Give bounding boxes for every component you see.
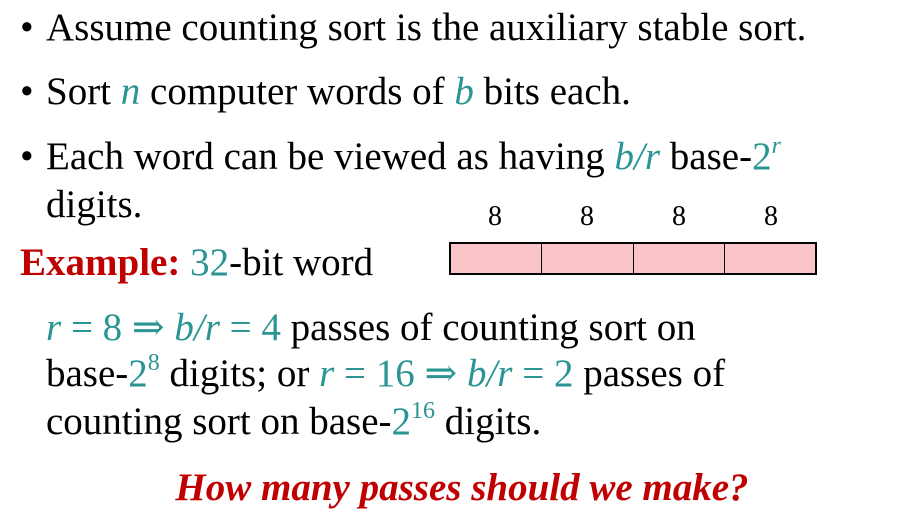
explanation-line-1: r = 8 ⇒ b/r = 4 passes of counting sort … (46, 308, 696, 347)
base-exp: 8 (147, 350, 160, 376)
word-byte-cell (724, 244, 815, 273)
bullet-3-digits: digits. (46, 183, 143, 226)
explanation-text: base- (46, 352, 129, 395)
closing-question: How many passes should we make? (175, 466, 749, 509)
cell-label: 8 (488, 201, 502, 232)
base-num: 2 (391, 400, 412, 443)
explanation-line-2: base-28 digits; or r = 16 ⇒ b/r = 2 pass… (46, 351, 726, 395)
bullet-3-line-2: digits. (46, 185, 142, 224)
bullet-dot: • (20, 6, 34, 49)
explanation-line-3: counting sort on base-216 digits. (46, 399, 542, 443)
bullet-dot: • (20, 70, 34, 113)
var-r: r (319, 352, 335, 395)
word-byte-cell (451, 244, 543, 273)
bullet-3-mid: base- (660, 135, 753, 178)
word-byte-cell (633, 244, 725, 273)
bullet-3: Each word can be viewed as having b/r ba… (46, 134, 781, 178)
base-num: 2 (752, 135, 772, 178)
bullet-2-mid: computer words of (140, 70, 455, 113)
example-label: Example: (20, 241, 181, 284)
example-text: -bit word (229, 241, 374, 284)
slide: • Assume counting sort is the auxiliary … (0, 0, 924, 517)
explanation-text: passes of (573, 352, 726, 395)
var-b-over-r: b/r (466, 352, 513, 395)
bullet-1: Assume counting sort is the auxiliary st… (46, 8, 806, 47)
word-byte-cell (542, 244, 634, 273)
eq-r-8: = 8 ⇒ (61, 306, 175, 349)
explanation-text: passes of counting sort on (280, 306, 696, 349)
bullet-dot: • (20, 135, 34, 178)
explanation-text: counting sort on base- (46, 400, 392, 443)
base-exp: 16 (411, 398, 436, 424)
word-diagram (449, 242, 817, 275)
eq-4: = 4 (219, 306, 281, 349)
eq-r-16: = 16 ⇒ (334, 352, 467, 395)
bullet-2-pre: Sort (46, 70, 121, 113)
var-n: n (120, 70, 141, 113)
bullet-2: Sort n computer words of b bits each. (46, 72, 631, 111)
bullet-3-pre: Each word can be viewed as having (46, 135, 615, 178)
example-line: Example: 32-bit word (20, 243, 373, 282)
explanation-text: digits; or (159, 352, 320, 395)
bullet-2-post: bits each. (473, 70, 631, 113)
var-b: b (454, 70, 474, 113)
example-num: 32 (190, 241, 230, 284)
cell-label: 8 (764, 201, 778, 232)
base-exp: r (771, 133, 781, 159)
cell-label: 8 (580, 201, 594, 232)
explanation-text: digits. (435, 400, 542, 443)
cell-label: 8 (672, 201, 686, 232)
var-b-over-r: b/r (174, 306, 220, 349)
var-r: r (46, 306, 62, 349)
bullet-1-text: Assume counting sort is the auxiliary st… (46, 6, 807, 49)
eq-2: = 2 (512, 352, 574, 395)
var-b-over-r: b/r (614, 135, 661, 178)
base-num: 2 (128, 352, 148, 395)
